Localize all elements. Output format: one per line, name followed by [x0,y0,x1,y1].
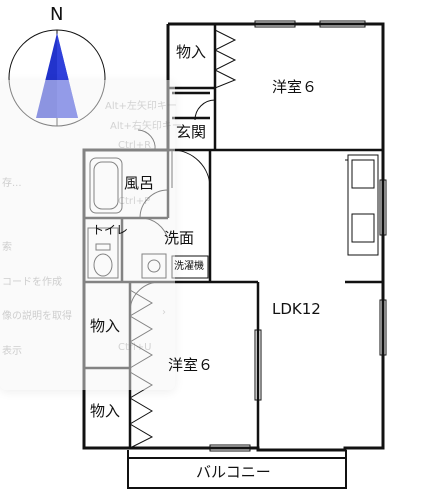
menu-shortcut-reload: Ctrl+R [118,140,152,151]
context-menu-overlay: Alt+左矢印キー Alt+右矢印キー Ctrl+R 存... Ctrl+P 索… [0,80,182,390]
menu-item-view-source[interactable]: 表示 [2,342,22,357]
room-label-balcony: バルコニー [196,463,271,481]
room-label-ldk: LDK12 [272,300,321,318]
menu-shortcut-print: Ctrl+P [118,196,151,207]
menu-shortcut-forward: Alt+右矢印キー [110,121,182,132]
menu-shortcut-source: Ctrl+U [118,342,152,353]
compass-north-label: N [50,4,64,25]
room-label-storage-mid: 物入 [90,317,121,335]
room-label-bath: 風呂 [124,174,155,192]
room-label-toilet: トイレ [92,223,129,237]
chevron-right-icon: › [162,307,166,318]
room-label-storage-bottom: 物入 [90,402,121,420]
kitchen-counter [345,154,379,256]
room-label-entrance: 玄関 [176,123,207,141]
menu-item-describe[interactable]: 像の説明を取得 [2,307,72,322]
room-label-washer: 洗濯機 [174,261,204,272]
room-label-storage-top: 物入 [176,43,207,61]
menu-item-search[interactable]: 索 [2,238,12,253]
menu-item-qr[interactable]: コードを作成 [2,273,62,288]
room-label-washroom: 洗面 [164,229,195,247]
room-label-bedroom-top: 洋室６ [272,78,318,96]
room-label-bedroom-bottom: 洋室６ [168,356,214,374]
menu-item-save[interactable]: 存... [2,174,22,189]
menu-shortcut-back: Alt+左矢印キー [105,101,177,112]
